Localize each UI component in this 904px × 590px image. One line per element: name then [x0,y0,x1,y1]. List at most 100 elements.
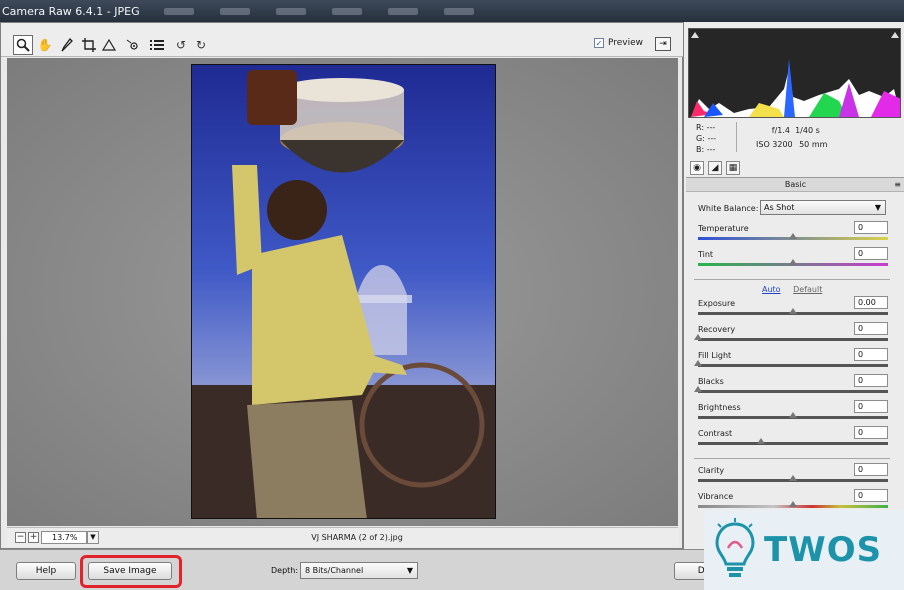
shadow-clipping-icon[interactable] [691,32,699,38]
auto-link[interactable]: Auto [762,285,781,294]
auto-default-row: Auto Default [762,285,822,294]
window-title: Camera Raw 6.4.1 - JPEG [2,4,140,18]
file-name: VJ SHARMA (2 of 2).jpg [311,533,403,542]
slider-label: Vibrance [698,492,734,501]
fullscreen-icon[interactable]: ⇥ [655,37,671,51]
slider-thumb[interactable] [789,233,797,239]
zoom-level[interactable]: 13.7% [41,531,87,544]
white-balance-label: White Balance: [698,204,759,213]
preview-checkbox[interactable]: ✓ [594,38,604,48]
slider-value-input[interactable]: 0 [854,247,888,260]
panel-menu-icon[interactable]: ≡ [894,178,901,192]
slider-label: Brightness [698,403,741,412]
hand-tool-icon[interactable]: ✋ [35,35,55,55]
watermark: TWOS [704,510,904,590]
divider [694,279,890,280]
help-button[interactable]: Help [16,562,76,580]
slider-thumb[interactable] [789,412,797,418]
slider-row: Contrast 0 [698,426,888,455]
slider-value-input[interactable]: 0 [854,426,888,439]
menu-bar [163,7,474,15]
panel-tabs: ◉ ◢ ▦ [686,158,904,178]
rgb-readout: R: --- G: --- B: --- [696,122,716,155]
slider-value-input[interactable]: 0 [854,400,888,413]
slider-track[interactable] [698,442,888,445]
slider-thumb[interactable] [694,386,702,392]
white-balance-tool-icon[interactable] [57,35,77,55]
highlight-clipping-icon[interactable] [891,32,899,38]
lightbulb-logo-icon [715,518,755,577]
aperture: f/1.4 [771,126,790,135]
slider-value-input[interactable]: 0 [854,348,888,361]
slider-thumb[interactable] [789,259,797,265]
title-bar: Camera Raw 6.4.1 - JPEG [0,0,904,22]
slider-value-input[interactable]: 0 [854,489,888,502]
depth-value: 8 Bits/Channel [305,566,364,575]
slider-label: Recovery [698,325,736,334]
chevron-down-icon: ▼ [406,566,413,575]
zoom-in-button[interactable]: + [28,532,39,543]
red-eye-tool-icon[interactable] [123,35,143,55]
slider-row: Tint 0 [698,247,888,276]
preview-label: Preview [608,38,644,48]
slider-thumb[interactable] [789,308,797,314]
slider-label: Blacks [698,377,724,386]
zoom-dropdown-icon[interactable]: ▼ [87,531,99,544]
slider-track[interactable] [698,338,888,341]
preview-toggle[interactable]: ✓ Preview [594,38,643,48]
slider-value-input[interactable]: 0 [854,463,888,476]
red-readout: R: --- [696,123,716,132]
rotate-left-icon[interactable]: ↺ [171,35,191,55]
tab-basic-icon[interactable]: ◉ [690,161,704,175]
slider-value-input[interactable]: 0.00 [854,296,888,309]
tab-tone-curve-icon[interactable]: ◢ [708,161,722,175]
zoom-out-button[interactable]: − [15,532,26,543]
slider-value-input[interactable]: 0 [854,374,888,387]
green-readout: G: --- [696,134,717,143]
slider-thumb[interactable] [694,360,702,366]
slider-thumb[interactable] [789,475,797,481]
depth-select[interactable]: 8 Bits/Channel ▼ [300,562,418,579]
watermark-text: TWOS [764,530,883,570]
slider-label: Temperature [698,224,749,233]
panel-header: Basic ≡ [686,178,904,192]
focal-length: 50 mm [799,140,828,149]
crop-tool-icon[interactable] [79,35,99,55]
slider-value-input[interactable]: 0 [854,221,888,234]
status-bar: − + 13.7% ▼ VJ SHARMA (2 of 2).jpg [7,527,678,547]
rotate-right-icon[interactable]: ↻ [191,35,211,55]
save-highlight-annotation [80,555,182,588]
histogram [688,28,901,118]
straighten-tool-icon[interactable] [99,35,119,55]
default-link[interactable]: Default [793,285,822,294]
slider-thumb[interactable] [789,501,797,507]
shutter-speed: 1/40 s [795,126,820,135]
white-balance-select[interactable]: As Shot ▼ [760,200,886,215]
tab-detail-icon[interactable]: ▦ [726,161,740,175]
right-panel: R: --- G: --- B: --- f/1.4 1/40 s ISO 32… [683,22,904,549]
divider [694,458,890,459]
iso: ISO 3200 [756,140,793,149]
preferences-icon[interactable] [147,35,167,55]
slider-label: Contrast [698,429,733,438]
panel-title: Basic [784,180,807,189]
zoom-tool-icon[interactable] [13,35,33,55]
camera-info: f/1.4 1/40 s ISO 3200 50 mm [756,124,837,152]
slider-track[interactable] [698,390,888,393]
slider-thumb[interactable] [694,334,702,340]
slider-track[interactable] [698,364,888,367]
slider-label: Fill Light [698,351,732,360]
slider-value-input[interactable]: 0 [854,322,888,335]
toolbar: ✋ ↺ ↻ ✓ Preview ⇥ [1,23,684,57]
slider-thumb[interactable] [756,438,765,444]
white-balance-value: As Shot [764,203,795,212]
slider-label: Clarity [698,466,725,475]
depth-label: Depth: [271,566,299,575]
photo-preview [191,64,496,519]
slider-label: Tint [698,250,714,259]
work-area: ✋ ↺ ↻ ✓ Preview ⇥ − + 13.7% ▼ VJ SHARMA … [0,22,684,549]
readout-divider [736,122,737,152]
chevron-down-icon: ▼ [874,203,881,212]
blue-readout: B: --- [696,145,716,154]
image-canvas[interactable] [7,58,678,526]
